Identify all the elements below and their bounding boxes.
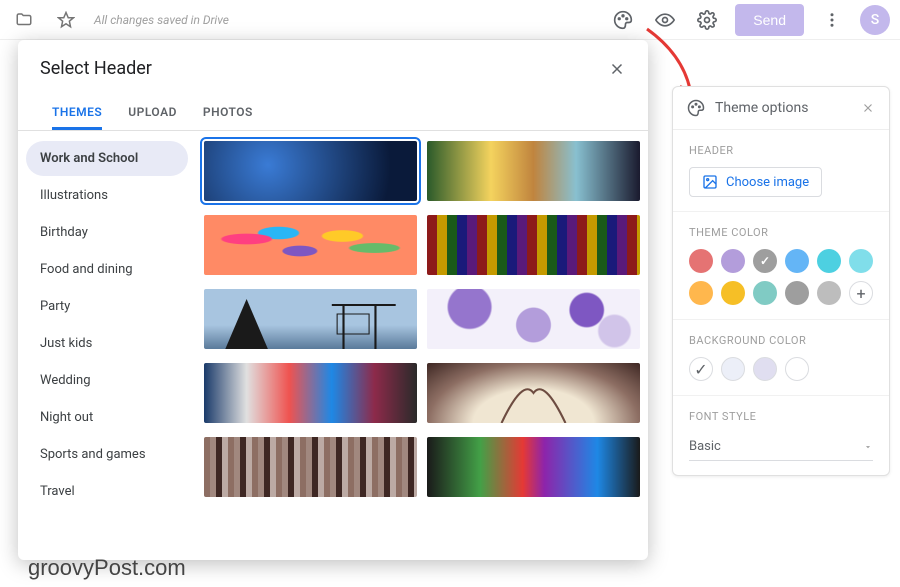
header-thumbnail[interactable] [204, 437, 417, 497]
avatar[interactable]: S [860, 5, 890, 35]
tab-upload[interactable]: UPLOAD [128, 97, 177, 130]
bg-swatch[interactable]: ✓ [689, 357, 713, 381]
color-swatch[interactable] [817, 281, 841, 305]
dialog-tabs: THEMES UPLOAD PHOTOS [18, 87, 648, 131]
header-thumbnail[interactable] [427, 289, 640, 349]
header-thumbnail[interactable] [204, 363, 417, 423]
theme-panel-title: Theme options [715, 100, 808, 116]
bg-swatch[interactable] [785, 357, 809, 381]
header-thumbnail[interactable] [204, 141, 417, 201]
background-color-label: BACKGROUND COLOR [689, 334, 873, 347]
color-swatch[interactable] [785, 249, 809, 273]
header-thumbnail[interactable] [427, 141, 640, 201]
color-swatch[interactable] [753, 249, 777, 273]
close-icon[interactable] [608, 60, 626, 78]
category-list: Work and School Illustrations Birthday F… [18, 131, 196, 560]
header-thumbnail[interactable] [427, 437, 640, 497]
bg-swatch[interactable] [721, 357, 745, 381]
category-item[interactable]: Travel [26, 474, 188, 509]
header-thumbnail[interactable] [204, 289, 417, 349]
category-item[interactable]: Birthday [26, 215, 188, 250]
tab-photos[interactable]: PHOTOS [203, 97, 253, 130]
header-thumbnail[interactable] [427, 363, 640, 423]
theme-color-swatches: + [689, 249, 873, 305]
font-style-label: FONT STYLE [689, 410, 873, 423]
color-swatch[interactable] [689, 281, 713, 305]
chevron-down-icon [863, 442, 873, 452]
category-item[interactable]: Just kids [26, 326, 188, 361]
category-item[interactable]: Food and dining [26, 252, 188, 287]
color-swatch[interactable] [849, 249, 873, 273]
more-vert-icon[interactable] [818, 6, 846, 34]
color-swatch[interactable] [785, 281, 809, 305]
topbar: All changes saved in Drive Send S [0, 0, 900, 40]
thumbnail-grid [196, 131, 648, 560]
palette-icon[interactable] [609, 6, 637, 34]
header-thumbnail[interactable] [204, 215, 417, 275]
header-section-label: HEADER [689, 144, 873, 157]
gear-icon[interactable] [693, 6, 721, 34]
color-swatch[interactable] [753, 281, 777, 305]
preview-eye-icon[interactable] [651, 6, 679, 34]
select-header-dialog: Select Header THEMES UPLOAD PHOTOS Work … [18, 40, 648, 560]
watermark: groovyPost.com [28, 555, 186, 581]
font-style-select[interactable]: Basic [689, 433, 873, 461]
add-color-button[interactable]: + [849, 281, 873, 305]
header-thumbnail[interactable] [427, 215, 640, 275]
color-swatch[interactable] [689, 249, 713, 273]
font-style-value: Basic [689, 439, 721, 454]
palette-icon [687, 99, 705, 117]
folder-icon[interactable] [10, 6, 38, 34]
choose-image-label: Choose image [726, 175, 809, 190]
star-icon[interactable] [52, 6, 80, 34]
category-item[interactable]: Illustrations [26, 178, 188, 213]
category-item[interactable]: Party [26, 289, 188, 324]
color-swatch[interactable] [721, 281, 745, 305]
bg-swatch[interactable] [753, 357, 777, 381]
send-button[interactable]: Send [735, 4, 804, 36]
close-icon[interactable] [861, 101, 875, 115]
choose-image-button[interactable]: Choose image [689, 167, 822, 197]
saved-text: All changes saved in Drive [94, 13, 229, 27]
category-item[interactable]: Sports and games [26, 437, 188, 472]
dialog-title: Select Header [40, 58, 152, 79]
category-item[interactable]: Work and School [26, 141, 188, 176]
color-swatch[interactable] [817, 249, 841, 273]
theme-color-label: THEME COLOR [689, 226, 873, 239]
color-swatch[interactable] [721, 249, 745, 273]
category-item[interactable]: Night out [26, 400, 188, 435]
theme-options-panel: Theme options HEADER Choose image THEME … [672, 86, 890, 476]
tab-themes[interactable]: THEMES [52, 97, 102, 130]
image-icon [702, 174, 718, 190]
category-item[interactable]: Wedding [26, 363, 188, 398]
